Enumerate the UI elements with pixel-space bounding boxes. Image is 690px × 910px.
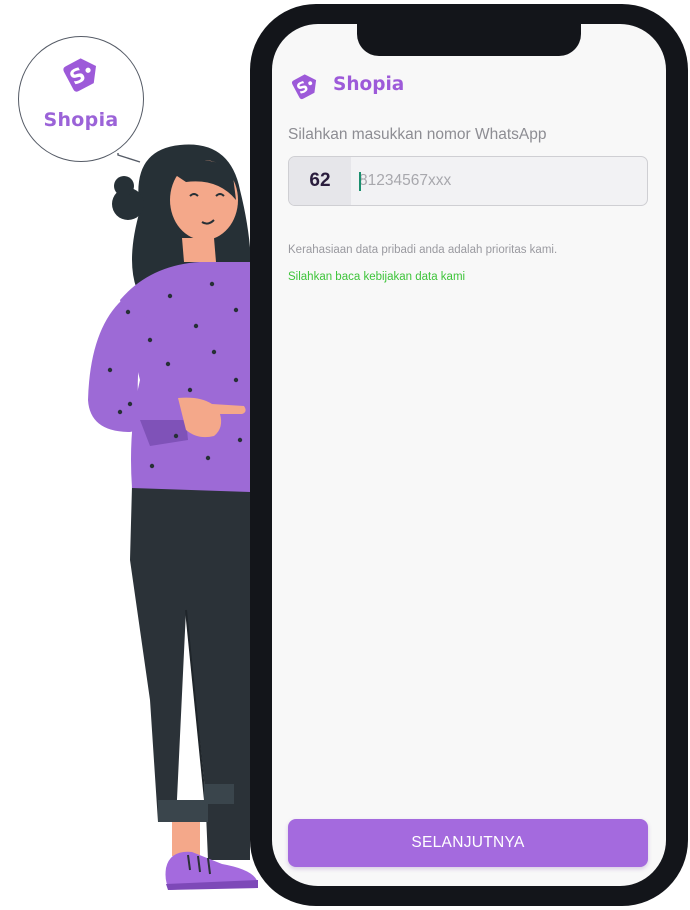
price-tag-s-icon: S bbox=[291, 74, 317, 100]
phone-screen: S Shopia Silahkan masukkan nomor WhatsAp… bbox=[272, 24, 666, 886]
country-code[interactable]: 62 bbox=[289, 157, 351, 205]
phone-notch bbox=[357, 24, 581, 56]
text-cursor bbox=[359, 172, 361, 191]
whatsapp-prompt-label: Silahkan masukkan nomor WhatsApp bbox=[288, 126, 547, 143]
phone-frame: S Shopia Silahkan masukkan nomor WhatsAp… bbox=[250, 4, 688, 906]
whatsapp-number-field: 62 bbox=[288, 156, 648, 206]
data-policy-link[interactable]: Silahkan baca kebijakan data kami bbox=[288, 271, 465, 283]
phone-number-input[interactable] bbox=[357, 157, 641, 205]
app-name: Shopia bbox=[333, 74, 405, 95]
next-button[interactable]: SELANJUTNYA bbox=[288, 819, 648, 867]
onboarding-illustration: S Shopia S Shopia Silahkan masukkan nomo… bbox=[0, 0, 690, 910]
privacy-notice: Kerahasiaan data pribadi anda adalah pri… bbox=[288, 244, 558, 256]
